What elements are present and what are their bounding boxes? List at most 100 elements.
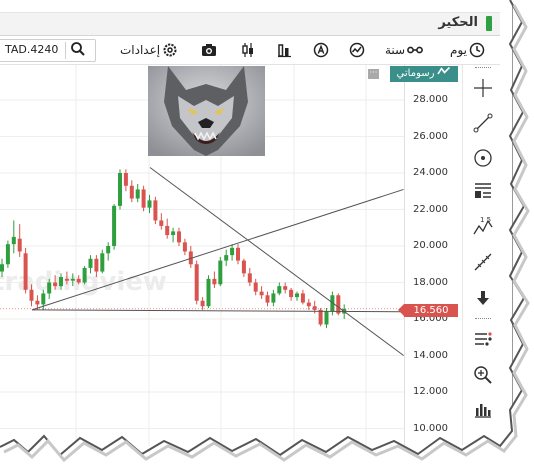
price-tick: 26.000 [413,131,448,142]
price-tick: 28.000 [413,94,448,105]
candle-body [88,258,93,268]
price-tick: 12.000 [413,386,448,397]
candle-body [194,264,199,301]
interval-day-button[interactable]: يوم [450,41,485,59]
volume-bars-icon [475,404,491,418]
candle-body [206,278,211,307]
candle-body [336,295,341,314]
indicator-wave-icon [349,42,365,58]
period-year-button[interactable]: سنة [385,41,424,59]
download-tool[interactable] [472,287,494,309]
zigzag-icon [437,66,451,82]
compare-button[interactable] [240,41,256,59]
candle-body [271,293,276,303]
drawings-layer-button[interactable]: رسوماتي [390,66,458,82]
trendline-tool[interactable] [472,112,494,134]
alert-circle-icon [313,42,329,58]
chart-type-button[interactable] [277,41,293,59]
candle-body [212,278,217,285]
arrow-down-icon [477,291,489,305]
candle-body [159,220,164,226]
indicators-button[interactable] [349,41,365,59]
svg-text:1 5: 1 5 [480,216,491,224]
fibonacci-tool[interactable] [472,147,494,169]
patterns-tool[interactable] [472,180,494,202]
crosshair-tool[interactable] [472,77,494,99]
drawing-tools-bar: 1 5 [462,65,501,446]
chart-toolbar: TAD.4240 إعدادات سنة يوم [0,36,500,65]
trendline-icon [473,113,493,133]
candle-body [230,247,235,256]
candle-body [253,282,258,292]
gear-icon [162,42,178,58]
candle-body [241,260,246,274]
price-tick: 14.000 [413,350,448,361]
candle-body [23,253,28,290]
price-tick: 24.000 [413,167,448,178]
trendline [31,188,404,311]
candle-body [141,189,146,208]
candle-body [177,231,181,243]
search-icon[interactable] [70,41,86,61]
zoom-in-icon [474,366,492,384]
elliott-wave-tool[interactable]: 1 5 [472,215,494,237]
candle-body [129,185,134,199]
alerts-button[interactable] [313,41,329,59]
candle-body [289,289,294,298]
symbol-input[interactable]: TAD.4240 [5,43,58,56]
candles-icon [240,42,256,58]
candle-body [171,231,176,236]
clock-icon [469,42,485,58]
candle-body [41,293,46,305]
last-price-label: 16.560 [398,304,458,317]
collapse-legend-button[interactable]: ··· [368,69,379,79]
candle-body [64,278,69,281]
candle-body [312,306,317,310]
measure-tool[interactable] [472,251,494,273]
crosshair-icon [474,79,492,97]
object-tree-tool[interactable] [472,329,494,351]
wave-icon: 1 5 [473,216,493,235]
divider [475,318,491,319]
wolf-photo [148,66,265,156]
price-tick: 22.000 [413,204,448,215]
candle-body [324,311,329,325]
window-title: الحكير [438,15,478,30]
settings-button[interactable]: إعدادات [120,41,178,59]
candle-body [0,264,4,272]
range-arrows-icon [407,44,424,56]
candle-body [76,278,81,283]
drawings-layer-label: رسوماتي [396,68,435,79]
bar-chart-icon [277,42,293,58]
ruler-icon [474,253,492,271]
candle-body [182,242,187,252]
candle-body [47,282,52,294]
camera-icon [201,43,217,57]
candle-body [100,253,105,272]
candle-body [94,258,99,272]
candle-body [318,309,323,325]
candle-body [17,238,22,252]
candle-body [218,260,223,285]
list-icon [475,332,492,346]
candle-body [265,295,270,303]
chart-window: الحكير TAD.4240 إعدادات سنة يوم 28.000 2… [0,0,513,446]
price-tick: 18.000 [413,277,448,288]
candle-body [295,293,299,298]
price-tick: 10.000 [413,423,448,434]
title-bar: الحكير [0,12,500,36]
window-status-indicator [486,16,492,31]
candle-body [153,200,158,221]
candle-body [236,247,240,261]
candle-body [112,205,117,246]
candle-body [200,300,205,307]
candle-body [300,293,305,303]
symbol-search-box[interactable]: TAD.4240 [0,39,96,62]
snapshot-button[interactable] [201,41,217,59]
candle-body [118,173,122,206]
interval-day-label: يوم [450,43,467,57]
volume-tool[interactable] [472,398,494,420]
fib-circle-icon [474,149,492,167]
zoom-tool[interactable] [472,364,494,386]
price-axis[interactable]: 28.000 26.000 24.000 22.000 20.000 18.00… [404,65,461,446]
